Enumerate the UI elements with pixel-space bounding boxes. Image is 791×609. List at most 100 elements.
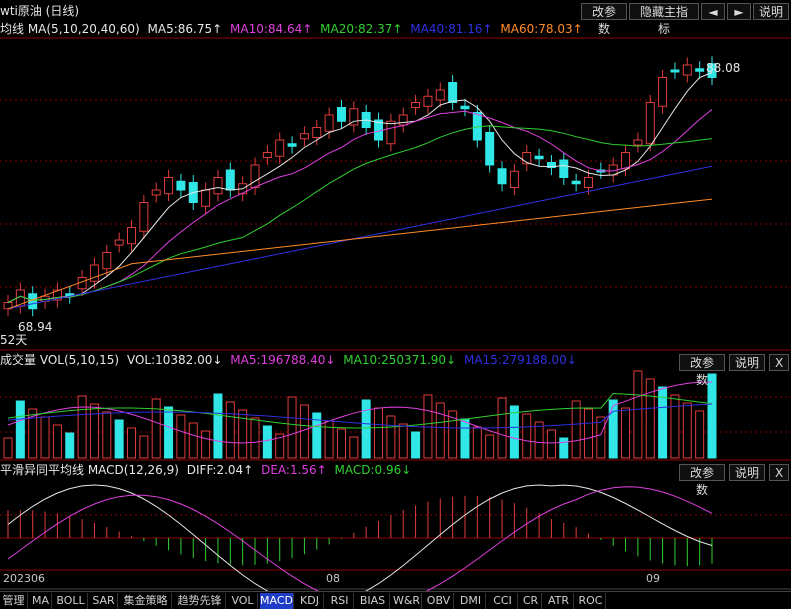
tab-kdj[interactable]: KDJ bbox=[296, 593, 324, 609]
tab-[interactable]: 集金策略 bbox=[120, 593, 172, 609]
tab-dmi[interactable]: DMI bbox=[456, 593, 486, 609]
tab-[interactable]: 趋势先锋 bbox=[174, 593, 226, 609]
macd-legend-prefix: 平滑异同平均线 MACD(12,26,9) bbox=[0, 463, 179, 477]
tab-bias[interactable]: BIAS bbox=[356, 593, 390, 609]
candle-body bbox=[448, 82, 458, 103]
macd-change-params-button[interactable]: 改参数 bbox=[679, 464, 725, 497]
volume-bar bbox=[546, 429, 556, 459]
candle-body bbox=[275, 139, 285, 157]
volume-bar bbox=[682, 402, 692, 459]
vol-ma15-line bbox=[7, 403, 713, 429]
candle-body bbox=[423, 95, 433, 107]
volume-bar bbox=[608, 399, 618, 459]
candle-body bbox=[127, 227, 137, 245]
date-label-jun: 202306 bbox=[3, 572, 45, 585]
date-label-sep: 09 bbox=[646, 572, 660, 585]
volume-bar bbox=[386, 415, 396, 459]
volume-bar bbox=[299, 404, 309, 459]
volume-bar bbox=[65, 432, 75, 459]
indicator-tabs: 管理 MA BOLL SAR 集金策略 趋势先锋 VOL MACD KDJ RSI BIAS W&R O… bbox=[0, 591, 791, 609]
volume-bar bbox=[621, 407, 631, 459]
chart-canvas[interactable] bbox=[0, 0, 791, 591]
ma10-line bbox=[7, 109, 713, 303]
ma60-line bbox=[7, 198, 713, 310]
volume-bar bbox=[534, 421, 544, 459]
volume-bar bbox=[77, 395, 87, 459]
volume-bar bbox=[102, 411, 112, 459]
tab-macd[interactable]: MACD bbox=[260, 593, 294, 609]
macd-diff-value: DIFF:2.04↑ bbox=[186, 463, 254, 477]
tab-obv[interactable]: OBV bbox=[424, 593, 454, 609]
tab-roc[interactable]: ROC bbox=[576, 593, 606, 609]
tab-cr[interactable]: CR bbox=[520, 593, 542, 609]
candle-body bbox=[299, 133, 309, 140]
candle-body bbox=[225, 169, 235, 191]
candle-body bbox=[670, 69, 680, 73]
volume-bar bbox=[571, 400, 581, 459]
candle-body bbox=[114, 239, 124, 246]
volume-legend: 成交量 VOL(5,10,15) VOL:10382.00↓ MA5:19678… bbox=[0, 352, 581, 368]
volume-bar bbox=[349, 436, 359, 459]
macd-explain-button[interactable]: 说明 bbox=[729, 464, 765, 481]
tab-rsi[interactable]: RSI bbox=[326, 593, 354, 609]
volume-bar bbox=[324, 420, 334, 459]
tab-cci[interactable]: CCI bbox=[488, 593, 518, 609]
candle-body bbox=[139, 202, 149, 232]
volume-legend-prefix: 成交量 VOL(5,10,15) bbox=[0, 353, 120, 367]
volume-bar bbox=[250, 417, 260, 459]
candle-body bbox=[435, 89, 445, 101]
macd-legend: 平滑异同平均线 MACD(12,26,9) DIFF:2.04↑ DEA:1.5… bbox=[0, 462, 415, 478]
tab-[interactable]: 管理 bbox=[0, 593, 28, 609]
volume-bar bbox=[633, 370, 643, 459]
volume-bar bbox=[472, 426, 482, 459]
candle-body bbox=[312, 127, 322, 138]
macd-close-button[interactable]: X bbox=[769, 464, 789, 481]
candle-body bbox=[559, 159, 569, 178]
volume-bar bbox=[336, 428, 346, 459]
volume-bar bbox=[139, 435, 149, 459]
candle-body bbox=[695, 68, 705, 72]
candle-body bbox=[682, 64, 692, 76]
volume-bar bbox=[287, 396, 297, 459]
volume-bar bbox=[225, 401, 235, 459]
macd-dea-value: DEA:1.56↑ bbox=[261, 463, 327, 477]
volume-bar bbox=[15, 400, 25, 459]
candle-body bbox=[201, 189, 211, 207]
macd-macd-value: MACD:0.96↓ bbox=[334, 463, 412, 477]
candle-body bbox=[213, 177, 223, 195]
tab-atr[interactable]: ATR bbox=[544, 593, 574, 609]
tab-boll[interactable]: BOLL bbox=[54, 593, 88, 609]
candle-body bbox=[485, 132, 495, 166]
tab-sar[interactable]: SAR bbox=[90, 593, 118, 609]
candle-body bbox=[583, 177, 593, 188]
volume-bar bbox=[176, 414, 186, 459]
candle-body bbox=[262, 152, 272, 158]
volume-bar bbox=[262, 425, 272, 459]
volume-bar bbox=[559, 437, 569, 459]
volume-bar bbox=[596, 416, 606, 459]
volume-bar bbox=[398, 423, 408, 459]
volume-bar bbox=[52, 424, 62, 459]
candle-body bbox=[534, 155, 544, 160]
candle-body bbox=[164, 177, 174, 195]
high-price-label: 88.08 bbox=[706, 61, 741, 75]
volume-explain-button[interactable]: 说明 bbox=[729, 354, 765, 371]
volume-bar bbox=[127, 427, 137, 459]
volume-bar bbox=[522, 413, 532, 459]
tab-ma[interactable]: MA bbox=[30, 593, 52, 609]
volume-bar bbox=[670, 394, 680, 459]
tab-wr[interactable]: W&R bbox=[392, 593, 422, 609]
volume-change-params-button[interactable]: 改参数 bbox=[679, 354, 725, 387]
volume-bar bbox=[423, 394, 433, 459]
candle-body bbox=[287, 143, 297, 147]
tab-vol[interactable]: VOL bbox=[228, 593, 258, 609]
volume-bar bbox=[583, 408, 593, 459]
candle-body bbox=[151, 189, 161, 196]
volume-close-button[interactable]: X bbox=[769, 354, 789, 371]
candle-body bbox=[633, 139, 643, 146]
days-label: 52天 bbox=[0, 333, 28, 347]
volume-bar bbox=[201, 430, 211, 459]
vol-ma15-value: MA15:279188.00↓ bbox=[463, 353, 577, 367]
candle-body bbox=[336, 107, 346, 122]
candle-body bbox=[176, 180, 186, 191]
